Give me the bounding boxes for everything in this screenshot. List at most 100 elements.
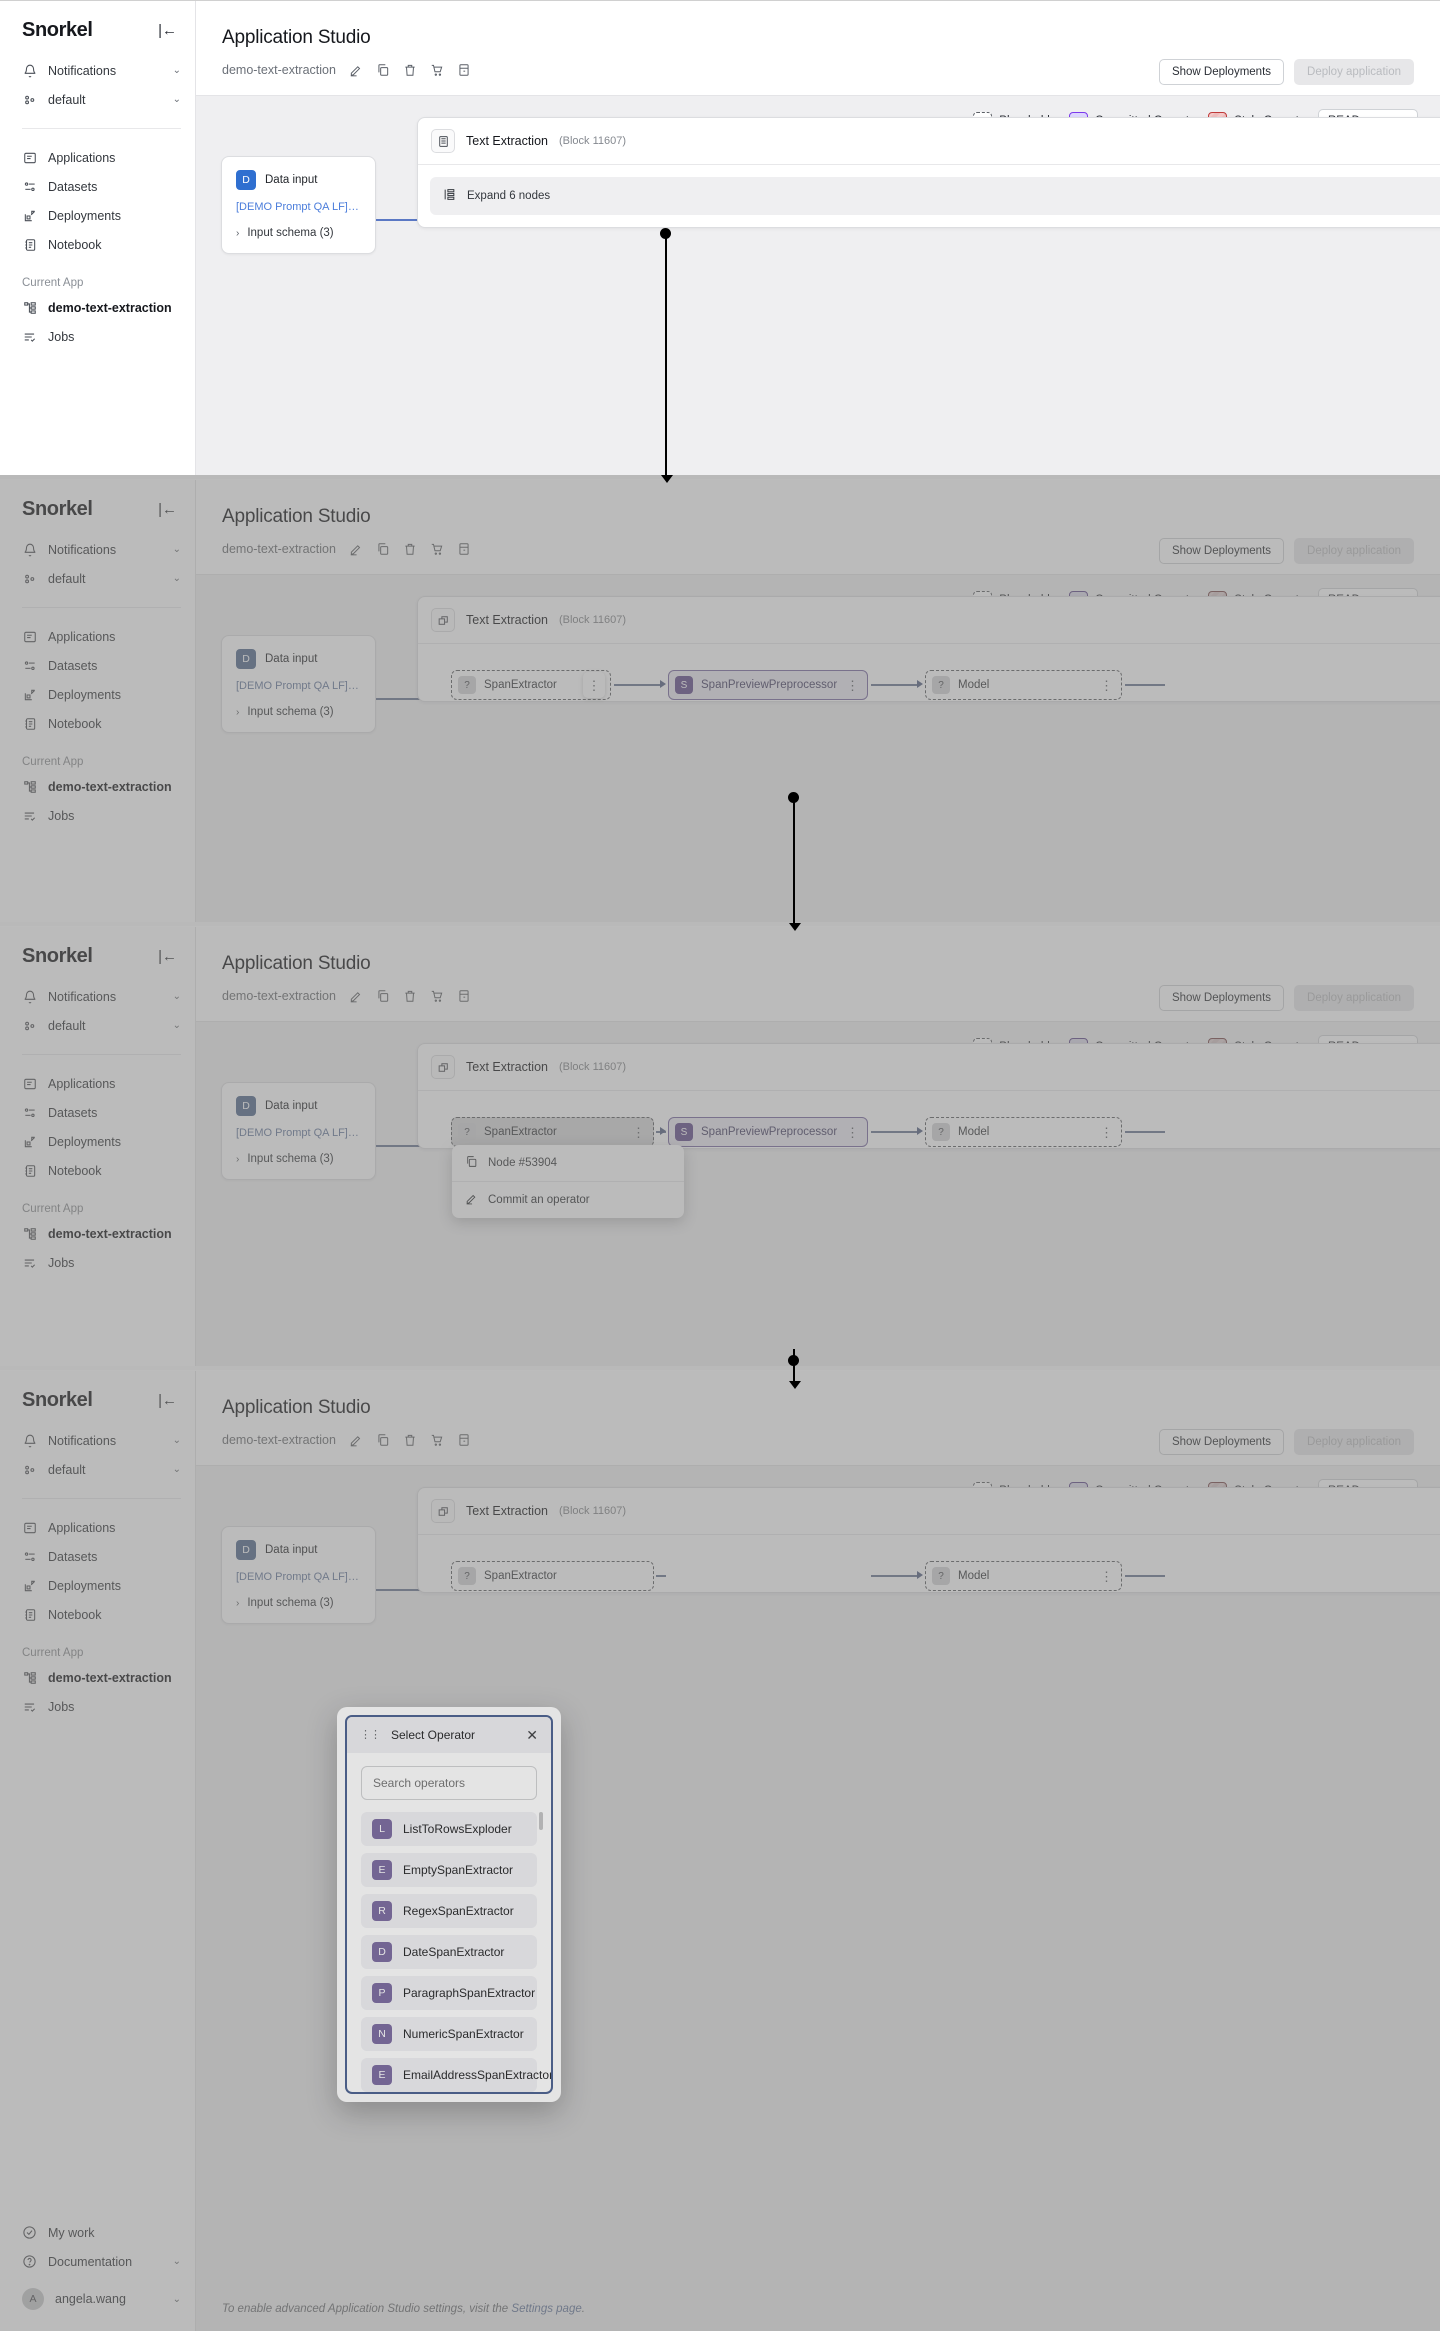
close-icon[interactable]: ✕ [526, 1728, 538, 1742]
kebab-menu-icon[interactable]: ⋮ [1100, 679, 1113, 692]
search-input[interactable] [361, 1766, 537, 1800]
sidebar-item-datasets[interactable]: Datasets [0, 1098, 195, 1127]
sidebar-item-workspace[interactable]: default ⌄ [0, 1011, 195, 1040]
cart-icon[interactable] [430, 542, 444, 556]
copy-icon[interactable] [376, 989, 390, 1003]
expand-nodes-button[interactable]: Expand 6 nodes [430, 177, 1440, 215]
sidebar-item-applications[interactable]: Applications [0, 143, 195, 172]
copy-icon[interactable] [465, 1155, 478, 1171]
sidebar-item-my-work[interactable]: My work [0, 2218, 195, 2247]
cart-icon[interactable] [430, 989, 444, 1003]
sidebar-item-deployments[interactable]: Deployments [0, 1127, 195, 1156]
data-input-node[interactable]: D Data input [DEMO Prompt QA LF] seq-loa… [221, 635, 376, 733]
list-item[interactable]: N NumericSpanExtractor [361, 2017, 537, 2051]
sidebar-item-demo-text-extraction[interactable]: demo-text-extraction [0, 1663, 195, 1692]
sidebar-item-datasets[interactable]: Datasets [0, 651, 195, 680]
sidebar-item-notebook[interactable]: Notebook [0, 709, 195, 738]
operator-kebab-spanextractor[interactable]: ⋮ [583, 672, 605, 698]
dataset-link[interactable]: [DEMO Prompt QA LF] seq-loan-... [236, 1571, 361, 1583]
sidebar-item-deployments[interactable]: Deployments [0, 201, 195, 230]
block-collapse-icon[interactable] [431, 1499, 455, 1523]
edit-icon[interactable] [349, 989, 363, 1003]
archive-icon[interactable] [457, 1433, 471, 1447]
sidebar-item-datasets[interactable]: Datasets [0, 172, 195, 201]
kebab-menu-icon[interactable]: ⋮ [632, 1126, 645, 1139]
list-item[interactable]: E EmailAddressSpanExtractor [361, 2058, 551, 2092]
dataset-link[interactable]: [DEMO Prompt QA LF] seq-loan-... [236, 1127, 361, 1139]
data-input-node[interactable]: D Data input [DEMO Prompt QA LF] seq-loa… [221, 1082, 376, 1180]
cart-icon[interactable] [430, 1433, 444, 1447]
show-deployments-button[interactable]: Show Deployments [1158, 59, 1285, 85]
settings-page-link[interactable]: Settings page [511, 2303, 581, 2315]
archive-icon[interactable] [457, 63, 471, 77]
sidebar-item-notebook[interactable]: Notebook [0, 1600, 195, 1629]
operator-node-spanpreviewpreprocessor[interactable]: S SpanPreviewPreprocessor ⋮ [668, 670, 868, 700]
sidebar-item-notebook[interactable]: Notebook [0, 1156, 195, 1185]
sidebar-item-jobs[interactable]: Jobs [0, 322, 195, 351]
sidebar-item-jobs[interactable]: Jobs [0, 1248, 195, 1277]
list-item[interactable]: P ParagraphSpanExtractor [361, 1976, 537, 2010]
sidebar-item-datasets[interactable]: Datasets [0, 1542, 195, 1571]
sidebar-item-jobs[interactable]: Jobs [0, 1692, 195, 1721]
sidebar-item-notifications[interactable]: Notifications ⌄ [0, 982, 195, 1011]
list-item[interactable]: R RegexSpanExtractor [361, 1894, 537, 1928]
trash-icon[interactable] [403, 63, 417, 77]
block-collapse-icon[interactable] [431, 1055, 455, 1079]
list-item[interactable]: L ListToRowsExploder [361, 1812, 537, 1846]
sidebar-item-demo-text-extraction[interactable]: demo-text-extraction [0, 1219, 195, 1248]
input-schema-toggle[interactable]: › Input schema (3) [236, 227, 361, 239]
kebab-menu-icon[interactable]: ⋮ [1100, 1126, 1113, 1139]
sidebar-item-demo-text-extraction[interactable]: demo-text-extraction [0, 772, 195, 801]
show-deployments-button[interactable]: Show Deployments [1158, 985, 1285, 1011]
sidebar-item-deployments[interactable]: Deployments [0, 680, 195, 709]
dataset-link[interactable]: [DEMO Prompt QA LF] seq-loan-... [236, 201, 361, 213]
edit-icon[interactable] [349, 1433, 363, 1447]
trash-icon[interactable] [403, 989, 417, 1003]
sidebar-item-jobs[interactable]: Jobs [0, 801, 195, 830]
edit-icon[interactable] [349, 542, 363, 556]
list-item[interactable]: E EmptySpanExtractor [361, 1853, 537, 1887]
operator-node-spanextractor[interactable]: ? SpanExtractor [451, 1561, 654, 1591]
kebab-menu-icon[interactable]: ⋮ [846, 1126, 859, 1139]
sidebar-item-demo-text-extraction[interactable]: demo-text-extraction [0, 293, 195, 322]
input-schema-toggle[interactable]: › Input schema (3) [236, 1153, 361, 1165]
copy-icon[interactable] [376, 542, 390, 556]
collapse-left-icon[interactable]: |← [158, 949, 177, 964]
operator-node-spanpreviewpreprocessor[interactable]: S SpanPreviewPreprocessor ⋮ [668, 1117, 868, 1147]
edit-icon[interactable] [349, 63, 363, 77]
scrollbar-track[interactable] [539, 1812, 547, 2092]
operator-node-model[interactable]: ? Model ⋮ [925, 1117, 1122, 1147]
scrollbar-thumb[interactable] [539, 1812, 543, 1830]
block-collapse-icon[interactable] [431, 608, 455, 632]
collapse-left-icon[interactable]: |← [158, 502, 177, 517]
collapse-left-icon[interactable]: |← [158, 23, 177, 38]
list-item[interactable]: D DateSpanExtractor [361, 1935, 537, 1969]
archive-icon[interactable] [457, 989, 471, 1003]
show-deployments-button[interactable]: Show Deployments [1158, 538, 1285, 564]
sidebar-item-notifications[interactable]: Notifications ⌄ [0, 535, 195, 564]
sidebar-item-notifications[interactable]: Notifications ⌄ [0, 1426, 195, 1455]
kebab-menu-icon[interactable]: ⋮ [1100, 1570, 1113, 1583]
input-schema-toggle[interactable]: › Input schema (3) [236, 706, 361, 718]
data-input-node[interactable]: D Data input [DEMO Prompt QA LF] seq-loa… [221, 1526, 376, 1624]
drag-grip-icon[interactable]: ⋮⋮ [360, 1730, 381, 1741]
sidebar-item-applications[interactable]: Applications [0, 1513, 195, 1542]
sidebar-item-documentation[interactable]: Documentation ⌄ [0, 2247, 195, 2276]
sidebar-item-deployments[interactable]: Deployments [0, 1571, 195, 1600]
sidebar-item-notebook[interactable]: Notebook [0, 230, 195, 259]
data-input-node[interactable]: D Data input [DEMO Prompt QA LF] seq-loa… [221, 156, 376, 254]
copy-icon[interactable] [376, 1433, 390, 1447]
copy-icon[interactable] [376, 63, 390, 77]
show-deployments-button[interactable]: Show Deployments [1158, 1429, 1285, 1455]
operator-node-model[interactable]: ? Model ⋮ [925, 1561, 1122, 1591]
operator-node-model[interactable]: ? Model ⋮ [925, 670, 1122, 700]
operator-node-spanextractor[interactable]: ? SpanExtractor ⋮ [451, 1117, 654, 1147]
sidebar-item-notifications[interactable]: Notifications ⌄ [0, 56, 195, 85]
trash-icon[interactable] [403, 542, 417, 556]
trash-icon[interactable] [403, 1433, 417, 1447]
sidebar-item-workspace[interactable]: default ⌄ [0, 85, 195, 114]
sidebar-item-workspace[interactable]: default ⌄ [0, 1455, 195, 1484]
sidebar-item-applications[interactable]: Applications [0, 1069, 195, 1098]
collapse-left-icon[interactable]: |← [158, 1393, 177, 1408]
sidebar-user-menu[interactable]: A angela.wang ⌄ [0, 2276, 195, 2317]
